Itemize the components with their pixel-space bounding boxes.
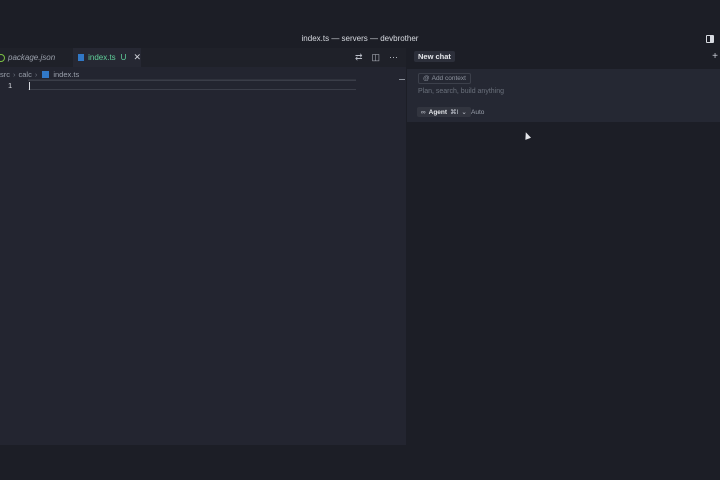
breadcrumb-item-calc[interactable]: calc xyxy=(19,70,32,79)
window-title: index.ts — servers — devbrother xyxy=(301,34,419,43)
scrollbar-marker[interactable] xyxy=(399,79,405,80)
toggle-sidebar-icon[interactable] xyxy=(706,35,714,43)
add-context-button[interactable]: @ Add context xyxy=(418,73,471,84)
add-context-label: Add context xyxy=(431,75,466,82)
more-actions-icon[interactable]: ⋯ xyxy=(389,52,398,63)
model-selector[interactable]: Auto xyxy=(471,109,484,116)
mouse-pointer-icon xyxy=(522,131,532,140)
chat-header: New chat + xyxy=(407,48,720,66)
editor-area: package.json index.ts U ✕ ⇄ ◫ ⋯ src › ca… xyxy=(0,48,406,445)
typescript-icon xyxy=(78,54,85,61)
plus-icon[interactable]: + xyxy=(712,51,718,62)
chevron-right-icon: › xyxy=(13,69,16,79)
infinity-icon: ∞ xyxy=(421,108,426,116)
chevron-right-icon: › xyxy=(34,69,38,79)
mode-shortcut: ⌘I xyxy=(450,109,459,116)
typescript-icon xyxy=(42,70,50,78)
chat-composer[interactable]: @ Add context Plan, search, build anythi… xyxy=(407,69,720,140)
chevron-down-icon: ⌄ xyxy=(461,109,467,116)
tab-label: index.ts xyxy=(88,53,116,62)
tab-label: package.json xyxy=(8,53,56,62)
tab-bar: package.json index.ts U ✕ ⇄ ◫ ⋯ xyxy=(0,48,406,67)
mode-label: Agent xyxy=(428,108,448,116)
tab-index-ts[interactable]: index.ts U ✕ xyxy=(73,48,141,67)
compare-changes-icon[interactable]: ⇄ xyxy=(355,52,363,63)
breadcrumb-item-file[interactable]: index.ts xyxy=(53,70,79,79)
chat-panel: New chat + @ Add context Plan, search, b… xyxy=(407,48,720,445)
bottom-area xyxy=(0,445,720,480)
tab-package-json[interactable]: package.json xyxy=(0,48,72,67)
node-icon xyxy=(0,53,5,62)
close-icon[interactable]: ✕ xyxy=(133,52,141,63)
line-number: 1 xyxy=(8,81,13,90)
split-editor-icon[interactable]: ◫ xyxy=(371,52,380,63)
text-cursor xyxy=(29,82,30,90)
chat-input-placeholder[interactable]: Plan, search, build anything xyxy=(418,88,504,95)
breadcrumb-item-src[interactable]: src xyxy=(0,70,10,79)
modified-indicator: U xyxy=(120,53,127,62)
editor-actions: ⇄ ◫ ⋯ xyxy=(355,52,398,63)
new-chat-tab[interactable]: New chat xyxy=(414,51,455,62)
at-icon: @ xyxy=(423,75,430,82)
code-line-1[interactable] xyxy=(28,80,356,90)
mode-selector[interactable]: ∞ Agent ⌘I ⌄ xyxy=(417,107,471,117)
